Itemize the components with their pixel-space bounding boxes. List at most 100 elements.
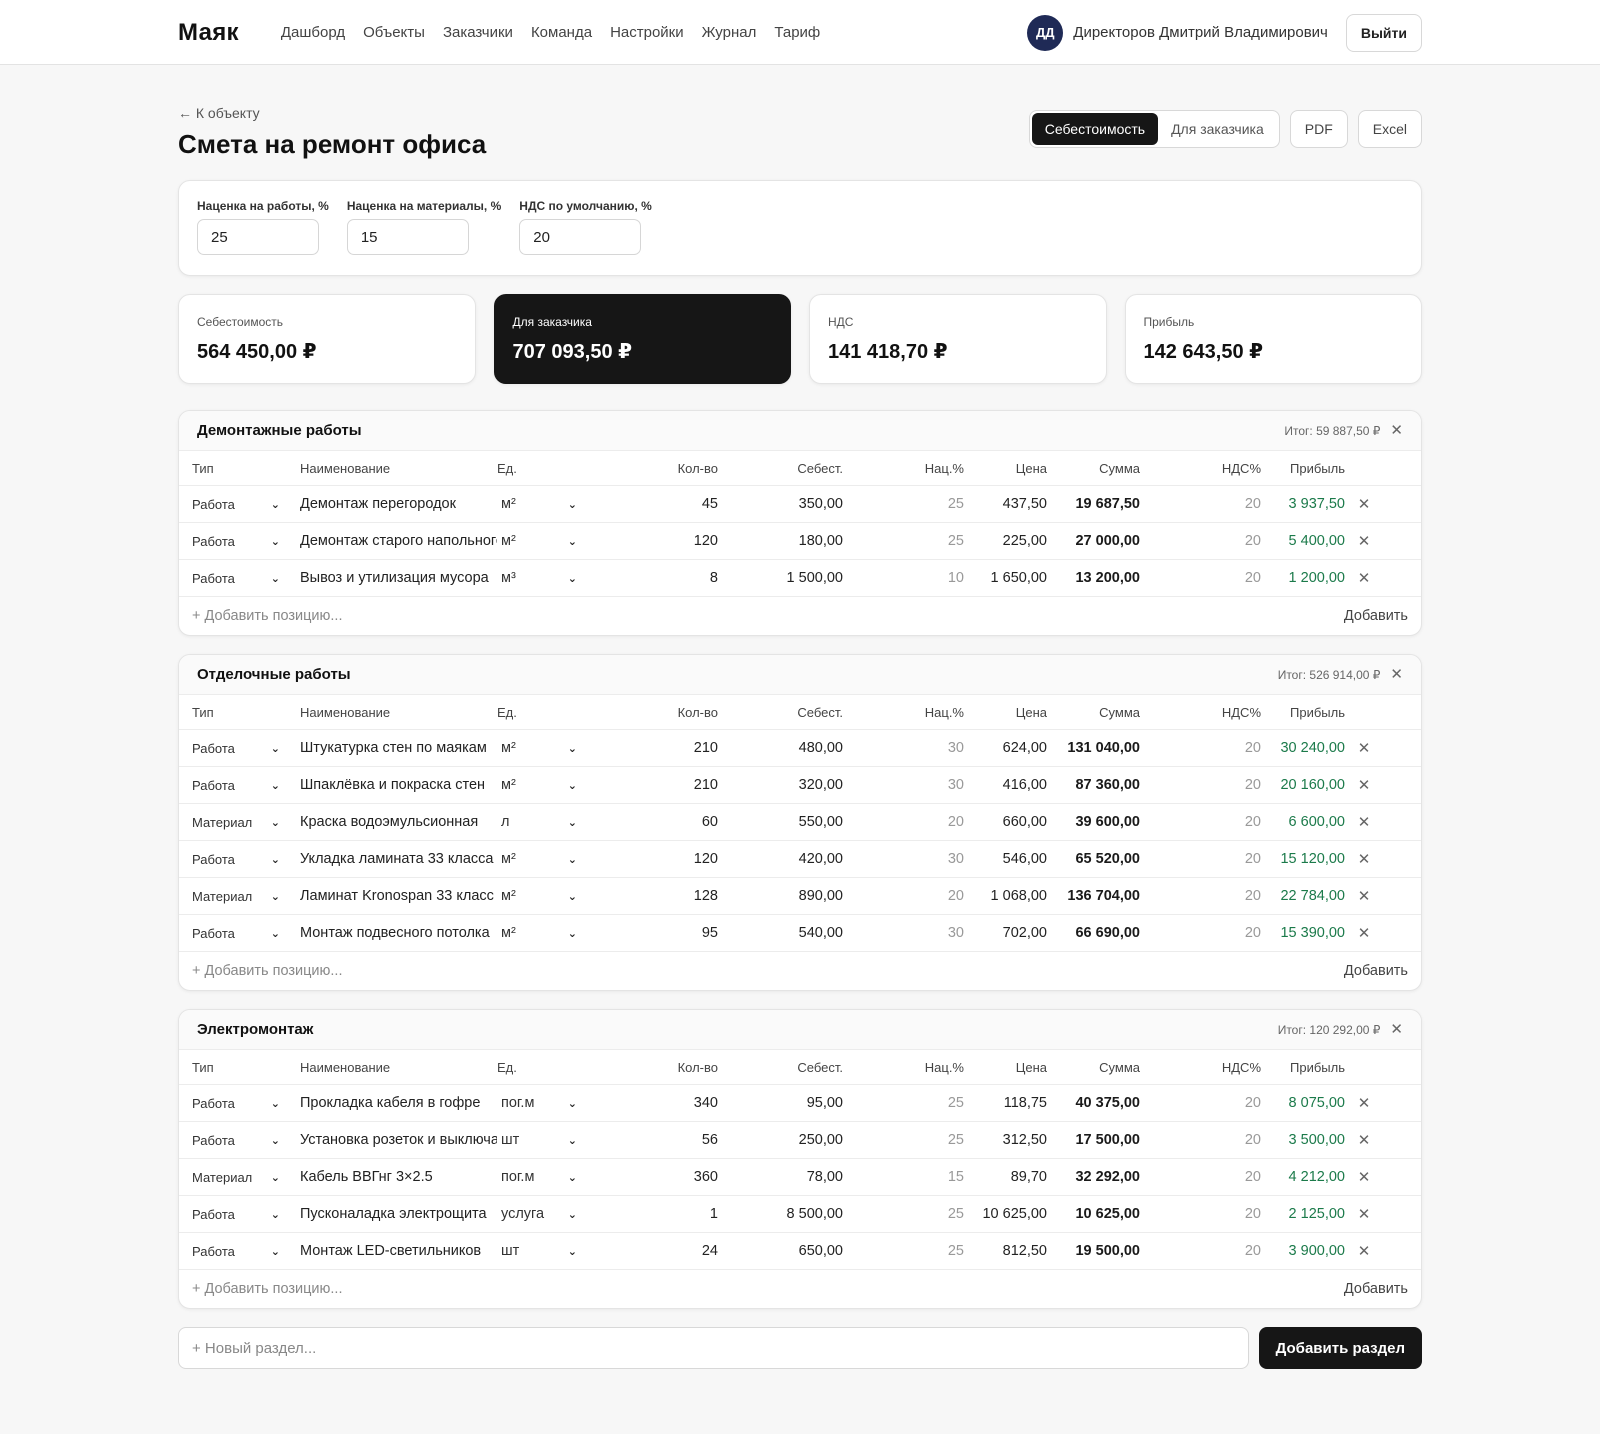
- item-name-input[interactable]: Прокладка кабеля в гофре: [300, 1095, 497, 1111]
- qty-input[interactable]: 1: [589, 1206, 718, 1222]
- close-icon[interactable]: ✕: [1345, 850, 1383, 868]
- unit-select[interactable]: м² ⌄: [497, 533, 589, 549]
- qty-input[interactable]: 340: [589, 1095, 718, 1111]
- cost-input[interactable]: 480,00: [718, 740, 843, 756]
- unit-select[interactable]: шт ⌄: [497, 1243, 589, 1259]
- markup-input[interactable]: 25: [843, 1206, 964, 1222]
- cost-input[interactable]: 320,00: [718, 777, 843, 793]
- qty-input[interactable]: 24: [589, 1243, 718, 1259]
- vat-input[interactable]: 20: [1140, 740, 1261, 756]
- cost-input[interactable]: 350,00: [718, 496, 843, 512]
- unit-select[interactable]: м³ ⌄: [497, 570, 589, 586]
- type-select[interactable]: Работа ⌄: [192, 497, 300, 512]
- nav-item-journal[interactable]: Журнал: [702, 24, 757, 41]
- vat-input[interactable]: 20: [1140, 814, 1261, 830]
- close-icon[interactable]: ✕: [1345, 1242, 1383, 1260]
- nav-item-clients[interactable]: Заказчики: [443, 24, 513, 41]
- qty-input[interactable]: 120: [589, 533, 718, 549]
- cost-input[interactable]: 420,00: [718, 851, 843, 867]
- item-name-input[interactable]: Пусконаладка электрощита: [300, 1206, 497, 1222]
- cost-input[interactable]: 8 500,00: [718, 1206, 843, 1222]
- type-select[interactable]: Работа ⌄: [192, 741, 300, 756]
- close-icon[interactable]: ✕: [1345, 1205, 1383, 1223]
- type-select[interactable]: Материал ⌄: [192, 815, 300, 830]
- cost-input[interactable]: 180,00: [718, 533, 843, 549]
- close-icon[interactable]: ✕: [1345, 924, 1383, 942]
- qty-input[interactable]: 95: [589, 925, 718, 941]
- type-select[interactable]: Работа ⌄: [192, 1096, 300, 1111]
- markup-input[interactable]: 20: [843, 888, 964, 904]
- unit-select[interactable]: м² ⌄: [497, 851, 589, 867]
- close-icon[interactable]: ✕: [1345, 1094, 1383, 1112]
- unit-select[interactable]: м² ⌄: [497, 888, 589, 904]
- nav-item-tariff[interactable]: Тариф: [774, 24, 820, 41]
- type-select[interactable]: Материал ⌄: [192, 1170, 300, 1185]
- markup-input[interactable]: 25: [843, 533, 964, 549]
- vat-input[interactable]: 20: [1140, 777, 1261, 793]
- view-client-button[interactable]: Для заказчика: [1158, 113, 1277, 145]
- close-icon[interactable]: ✕: [1345, 887, 1383, 905]
- add-section-button[interactable]: Добавить раздел: [1258, 1327, 1422, 1369]
- nav-item-team[interactable]: Команда: [531, 24, 592, 41]
- nav-item-settings[interactable]: Настройки: [610, 24, 684, 41]
- type-select[interactable]: Материал ⌄: [192, 889, 300, 904]
- cost-input[interactable]: 650,00: [718, 1243, 843, 1259]
- qty-input[interactable]: 120: [589, 851, 718, 867]
- qty-input[interactable]: 60: [589, 814, 718, 830]
- type-select[interactable]: Работа ⌄: [192, 926, 300, 941]
- type-select[interactable]: Работа ⌄: [192, 571, 300, 586]
- item-name-input[interactable]: Демонтаж перегородок: [300, 496, 497, 512]
- close-icon[interactable]: ✕: [1390, 423, 1403, 438]
- close-icon[interactable]: ✕: [1390, 1022, 1403, 1037]
- markup-input[interactable]: 30: [843, 777, 964, 793]
- add-item-button[interactable]: Добавить: [1344, 963, 1408, 979]
- material-markup-input[interactable]: [346, 219, 469, 255]
- item-name-input[interactable]: Монтаж подвесного потолка: [300, 925, 497, 941]
- nav-item-objects[interactable]: Объекты: [363, 24, 425, 41]
- view-cost-button[interactable]: Себестоимость: [1031, 113, 1159, 145]
- type-select[interactable]: Работа ⌄: [192, 1133, 300, 1148]
- vat-input[interactable]: 20: [1140, 1243, 1261, 1259]
- cost-input[interactable]: 78,00: [718, 1169, 843, 1185]
- close-icon[interactable]: ✕: [1390, 667, 1403, 682]
- type-select[interactable]: Работа ⌄: [192, 852, 300, 867]
- close-icon[interactable]: ✕: [1345, 776, 1383, 794]
- markup-input[interactable]: 25: [843, 496, 964, 512]
- markup-input[interactable]: 25: [843, 1243, 964, 1259]
- markup-input[interactable]: 25: [843, 1132, 964, 1148]
- vat-input[interactable]: 20: [1140, 1206, 1261, 1222]
- unit-select[interactable]: м² ⌄: [497, 925, 589, 941]
- item-name-input[interactable]: Штукатурка стен по маякам: [300, 740, 497, 756]
- type-select[interactable]: Работа ⌄: [192, 534, 300, 549]
- qty-input[interactable]: 210: [589, 777, 718, 793]
- markup-input[interactable]: 15: [843, 1169, 964, 1185]
- markup-input[interactable]: 10: [843, 570, 964, 586]
- add-item-button[interactable]: Добавить: [1344, 608, 1408, 624]
- cost-input[interactable]: 1 500,00: [718, 570, 843, 586]
- work-markup-input[interactable]: [197, 219, 319, 255]
- type-select[interactable]: Работа ⌄: [192, 1207, 300, 1222]
- qty-input[interactable]: 56: [589, 1132, 718, 1148]
- item-name-input[interactable]: Кабель ВВГнг 3×2.5: [300, 1169, 497, 1185]
- cost-input[interactable]: 550,00: [718, 814, 843, 830]
- close-icon[interactable]: ✕: [1345, 739, 1383, 757]
- add-item-input[interactable]: + Добавить позицию...: [192, 608, 342, 624]
- unit-select[interactable]: л ⌄: [497, 814, 589, 830]
- back-to-object-link[interactable]: ← К объекту: [178, 105, 486, 121]
- vat-input[interactable]: 20: [1140, 496, 1261, 512]
- nav-item-dashboard[interactable]: Дашборд: [281, 24, 345, 41]
- item-name-input[interactable]: Вывоз и утилизация мусора: [300, 570, 497, 586]
- add-item-input[interactable]: + Добавить позицию...: [192, 963, 342, 979]
- unit-select[interactable]: м² ⌄: [497, 496, 589, 512]
- close-icon[interactable]: ✕: [1345, 1131, 1383, 1149]
- export-pdf-button[interactable]: PDF: [1289, 110, 1348, 148]
- section-title[interactable]: Демонтажные работы: [197, 422, 362, 439]
- unit-select[interactable]: шт ⌄: [497, 1132, 589, 1148]
- add-item-button[interactable]: Добавить: [1344, 1281, 1408, 1297]
- type-select[interactable]: Работа ⌄: [192, 1244, 300, 1259]
- item-name-input[interactable]: Установка розеток и выключателей: [300, 1132, 497, 1148]
- cost-input[interactable]: 540,00: [718, 925, 843, 941]
- type-select[interactable]: Работа ⌄: [192, 778, 300, 793]
- item-name-input[interactable]: Шпаклёвка и покраска стен: [300, 777, 497, 793]
- brand-logo[interactable]: Маяк: [178, 19, 239, 47]
